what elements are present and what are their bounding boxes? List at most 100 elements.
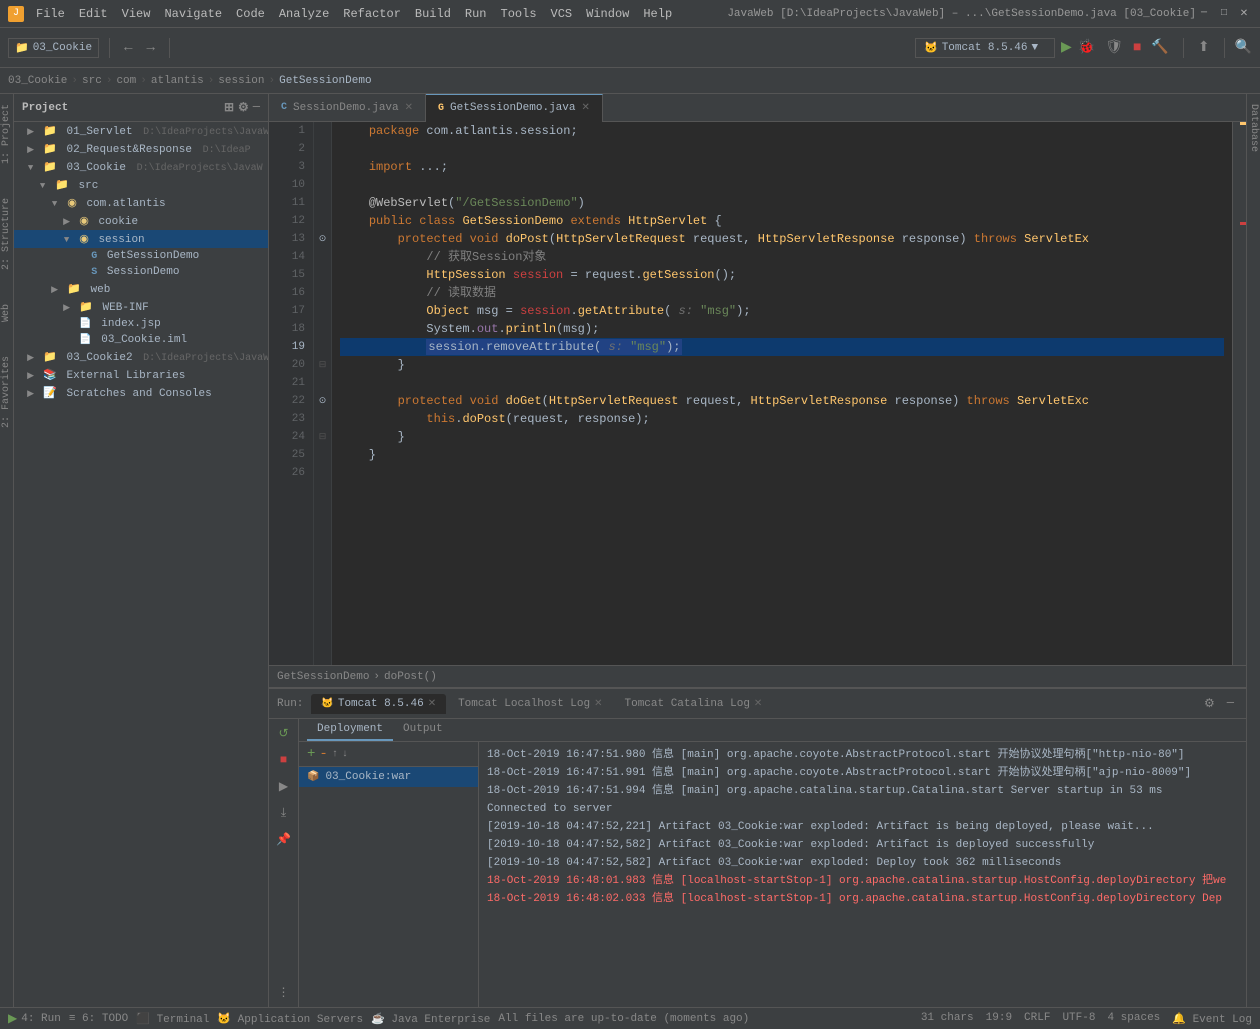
- breadcrumb-item-3[interactable]: atlantis: [151, 75, 204, 87]
- tree-item-01_Servlet[interactable]: ▶ 📁 01_Servlet D:\IdeaProjects\JavaW: [14, 122, 268, 140]
- scroll-end-btn[interactable]: ⤓: [278, 803, 289, 823]
- status-encoding[interactable]: UTF-8: [1062, 1012, 1095, 1026]
- search-icon[interactable]: 🔍: [1235, 39, 1252, 56]
- breadcrumb-method[interactable]: doPost(): [384, 671, 437, 683]
- sidebar-tab-project[interactable]: 1: Project: [0, 98, 14, 170]
- breadcrumb-item-2[interactable]: com: [116, 75, 136, 87]
- settings-icon[interactable]: ⚙: [1200, 694, 1219, 713]
- sub-tab-deployment[interactable]: Deployment: [307, 719, 393, 741]
- forward-button[interactable]: →: [143, 37, 159, 59]
- bottom-tab-tomcat[interactable]: 🐱 Tomcat 8.5.46 ✕: [311, 694, 446, 714]
- sidebar-tab-database[interactable]: Database: [1246, 98, 1260, 158]
- sidebar-tab-favorites[interactable]: 2: Favorites: [0, 350, 14, 434]
- status-event-log[interactable]: 🔔 Event Log: [1172, 1012, 1252, 1026]
- breadcrumb-class[interactable]: GetSessionDemo: [277, 671, 369, 683]
- menu-bar[interactable]: File Edit View Navigate Code Analyze Ref…: [30, 5, 727, 23]
- tomcat-tab-close[interactable]: ✕: [428, 698, 436, 710]
- bottom-tab-catalina-log[interactable]: Tomcat Catalina Log ✕: [615, 694, 773, 714]
- filter-btn[interactable]: ⋮: [275, 982, 293, 1003]
- tree-item-web[interactable]: ▶ 📁 web: [14, 280, 268, 298]
- menu-file[interactable]: File: [30, 5, 71, 23]
- menu-vcs[interactable]: VCS: [545, 5, 579, 23]
- dep-up-button[interactable]: ↑: [332, 749, 338, 760]
- tree-item-com_atlantis[interactable]: ▼ ◉ com.atlantis: [14, 194, 268, 212]
- jsp-file-icon: 📄: [79, 319, 91, 330]
- tab-GetSessionDemo[interactable]: G GetSessionDemo.java ✕: [426, 94, 603, 122]
- tab-close-SessionDemo[interactable]: ✕: [405, 102, 413, 114]
- tree-item-session[interactable]: ▼ ◉ session: [14, 230, 268, 248]
- tree-item-SessionDemo[interactable]: S SessionDemo: [14, 264, 268, 280]
- maximize-button[interactable]: □: [1216, 6, 1232, 22]
- build-button[interactable]: 🔨: [1147, 36, 1172, 59]
- run-config-selector[interactable]: 🐱 Tomcat 8.5.46 ▼: [915, 38, 1055, 58]
- run-button[interactable]: ▶: [1061, 39, 1072, 56]
- tree-item-03_Cookie-iml[interactable]: 📄 03_Cookie.iml: [14, 332, 268, 348]
- restart-btn[interactable]: ↺: [275, 723, 291, 744]
- status-run-btn[interactable]: ▶ 4: Run: [8, 1011, 61, 1026]
- vcs-button[interactable]: ⬆: [1194, 36, 1214, 59]
- tree-item-WEB-INF[interactable]: ▶ 📁 WEB-INF: [14, 298, 268, 316]
- menu-edit[interactable]: Edit: [73, 5, 114, 23]
- panel-minimize-icon[interactable]: ─: [253, 100, 260, 115]
- sidebar-tab-structure[interactable]: 2: Structure: [0, 192, 14, 276]
- menu-navigate[interactable]: Navigate: [158, 5, 228, 23]
- menu-code[interactable]: Code: [230, 5, 271, 23]
- minimize-button[interactable]: ─: [1196, 6, 1212, 22]
- project-selector[interactable]: 📁 03_Cookie: [8, 38, 99, 58]
- close-panel-icon[interactable]: ─: [1223, 694, 1238, 713]
- status-app-servers[interactable]: 🐱 Application Servers: [217, 1012, 363, 1026]
- debug-button[interactable]: 🐞: [1078, 39, 1095, 56]
- menu-tools[interactable]: Tools: [495, 5, 543, 23]
- panel-settings-icon[interactable]: ⚙: [238, 100, 249, 115]
- status-indent[interactable]: 4 spaces: [1107, 1012, 1160, 1026]
- bottom-tab-localhost-log[interactable]: Tomcat Localhost Log ✕: [448, 694, 612, 714]
- back-button[interactable]: ←: [120, 37, 136, 59]
- menu-analyze[interactable]: Analyze: [273, 5, 335, 23]
- catalina-log-close[interactable]: ✕: [754, 698, 762, 710]
- tree-item-03_Cookie2[interactable]: ▶ 📁 03_Cookie2 D:\IdeaProjects\JavaW: [14, 348, 268, 366]
- menu-view[interactable]: View: [116, 5, 157, 23]
- breadcrumb-item-5[interactable]: GetSessionDemo: [279, 75, 371, 87]
- status-chars: 31 chars: [921, 1012, 974, 1026]
- tree-item-03_Cookie[interactable]: ▼ 📁 03_Cookie D:\IdeaProjects\JavaW: [14, 158, 268, 176]
- menu-window[interactable]: Window: [580, 5, 635, 23]
- window-title: JavaWeb [D:\IdeaProjects\JavaWeb] – ...\…: [727, 8, 1196, 20]
- sidebar-tab-web[interactable]: Web: [0, 298, 14, 328]
- pin-btn[interactable]: 📌: [273, 829, 294, 850]
- panel-expand-icon[interactable]: ⊞: [224, 100, 234, 115]
- status-line-ending[interactable]: CRLF: [1024, 1012, 1050, 1026]
- tree-item-cookie[interactable]: ▶ ◉ cookie: [14, 212, 268, 230]
- coverage-button[interactable]: 🛡: [1101, 36, 1127, 59]
- tree-item-scratches[interactable]: ▶ 📝 Scratches and Consoles: [14, 384, 268, 402]
- code-line-11: @WebServlet("/GetSessionDemo"): [340, 194, 1224, 212]
- dep-add-button[interactable]: +: [307, 746, 315, 762]
- tree-item-02_RequestResponse[interactable]: ▶ 📁 02_Request&Response D:\IdeaP: [14, 140, 268, 158]
- tree-item-GetSessionDemo[interactable]: G GetSessionDemo: [14, 248, 268, 264]
- breadcrumb-item-0[interactable]: 03_Cookie: [8, 75, 67, 87]
- tree-item-src[interactable]: ▼ 📁 src: [14, 176, 268, 194]
- tree-item-external-libs[interactable]: ▶ 📚 External Libraries: [14, 366, 268, 384]
- stop-btn-panel[interactable]: ■: [277, 750, 290, 770]
- tree-item-index-jsp[interactable]: 📄 index.jsp: [14, 316, 268, 332]
- dep-down-button[interactable]: ↓: [342, 749, 348, 760]
- close-button[interactable]: ✕: [1236, 6, 1252, 22]
- tab-SessionDemo[interactable]: C SessionDemo.java ✕: [269, 94, 426, 122]
- dep-remove-button[interactable]: -: [319, 746, 327, 762]
- sub-tab-output[interactable]: Output: [393, 719, 453, 741]
- code-content[interactable]: package com.atlantis.session; import ...…: [332, 122, 1232, 665]
- status-java-enterprise[interactable]: ☕ Java Enterprise: [371, 1012, 490, 1026]
- status-position[interactable]: 19:9: [986, 1012, 1012, 1026]
- status-todo[interactable]: ≡ 6: TODO: [69, 1013, 128, 1025]
- tab-close-GetSessionDemo[interactable]: ✕: [581, 102, 589, 114]
- status-terminal[interactable]: ⬛ Terminal: [136, 1012, 209, 1026]
- rerun-btn[interactable]: ▶: [276, 776, 291, 797]
- menu-refactor[interactable]: Refactor: [337, 5, 407, 23]
- stop-button[interactable]: ■: [1133, 40, 1141, 56]
- breadcrumb-item-1[interactable]: src: [82, 75, 102, 87]
- menu-run[interactable]: Run: [459, 5, 493, 23]
- deployment-item-03_Cookie[interactable]: 📦 03_Cookie:war: [299, 767, 478, 787]
- localhost-log-close[interactable]: ✕: [594, 698, 602, 710]
- menu-build[interactable]: Build: [409, 5, 457, 23]
- breadcrumb-item-4[interactable]: session: [218, 75, 264, 87]
- menu-help[interactable]: Help: [637, 5, 678, 23]
